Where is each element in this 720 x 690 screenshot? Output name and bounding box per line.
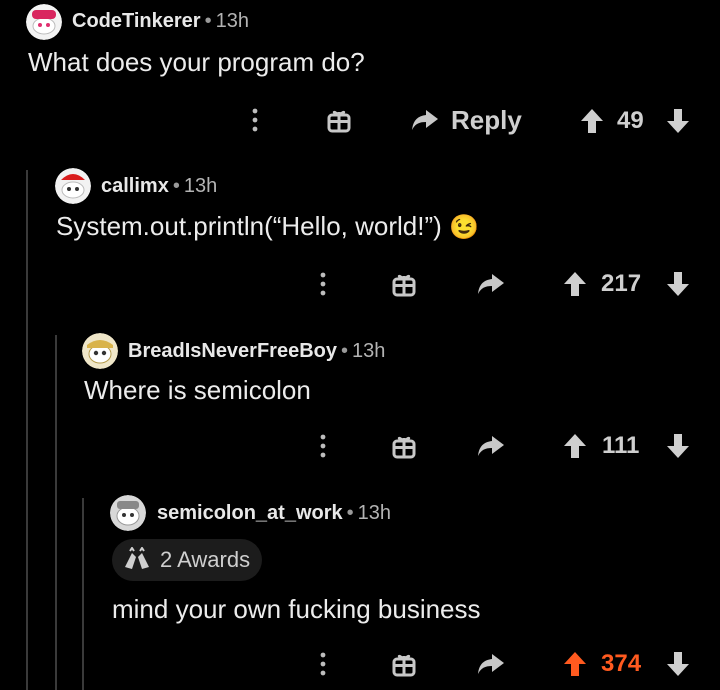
vote-score: 217 [601,270,642,297]
reply-button[interactable]: Reply [451,105,522,136]
vote-score: 49 [617,107,644,134]
gift-award-icon[interactable] [326,106,352,134]
more-options-icon[interactable] [248,106,262,134]
gift-award-icon[interactable] [391,650,417,678]
upvote-arrow-icon[interactable] [580,108,604,134]
gift-award-icon[interactable] [391,270,417,298]
avatar-snoo-icon [82,333,118,369]
awards-count: 2 Awards [160,547,251,572]
separator: • [341,340,349,362]
upvote-arrow-icon[interactable] [563,651,587,677]
comment-body: Where is semicolon [84,375,311,405]
timestamp: 13h [357,502,392,524]
reply-arrow-icon[interactable] [476,652,506,676]
downvote-arrow-icon[interactable] [666,271,690,297]
vote-score: 111 [602,432,640,459]
downvote-arrow-icon[interactable] [666,108,690,134]
vote-score: 374 [601,650,642,677]
avatar[interactable] [82,333,118,369]
separator: • [346,502,354,524]
comment-header: CodeTinkerer • 13h [72,10,249,33]
timestamp: 13h [215,10,249,32]
timestamp: 13h [183,175,218,197]
avatar-snoo-icon [55,168,91,204]
avatar-snoo-icon [110,495,146,531]
emoji-wink-icon: 😉 [449,214,479,241]
separator: • [204,10,212,32]
upvote-arrow-icon[interactable] [563,433,587,459]
avatar-snoo-icon [26,4,62,40]
thread-line-level-2 [55,335,57,690]
downvote-arrow-icon[interactable] [666,433,690,459]
timestamp: 13h [352,340,386,362]
awards-badge[interactable]: 2 Awards [112,539,263,581]
downvote-arrow-icon[interactable] [666,651,690,677]
thread-line-level-1 [26,170,28,690]
thread-line-level-3 [82,498,84,690]
comment-header: callimx • 13h [101,175,217,198]
avatar[interactable] [26,4,62,40]
comment-header: BreadIsNeverFreeBoy • 13h [128,340,385,363]
username[interactable]: callimx [101,175,169,198]
upvote-arrow-icon[interactable] [563,271,587,297]
reply-arrow-icon[interactable] [410,108,440,132]
reply-arrow-icon[interactable] [476,434,506,458]
avatar[interactable] [55,168,91,204]
username[interactable]: semicolon_at_work [157,502,343,525]
more-options-icon[interactable] [316,432,330,460]
reply-arrow-icon[interactable] [476,272,506,296]
avatar[interactable] [110,495,146,531]
gift-award-icon[interactable] [391,432,417,460]
username[interactable]: CodeTinkerer [72,10,201,33]
more-options-icon[interactable] [316,650,330,678]
username[interactable]: BreadIsNeverFreeBoy [128,340,337,363]
comment-body: mind your own fucking business [112,594,481,624]
separator: • [172,175,180,197]
comment-text: System.out.println(“Hello, world!”) [56,211,442,241]
more-options-icon[interactable] [316,270,330,298]
comment-body: System.out.println(“Hello, world!”) 😉 [56,211,479,242]
comment-body: What does your program do? [28,47,365,77]
award-hands-icon [125,547,149,569]
comment-header: semicolon_at_work • 13h [157,502,391,525]
